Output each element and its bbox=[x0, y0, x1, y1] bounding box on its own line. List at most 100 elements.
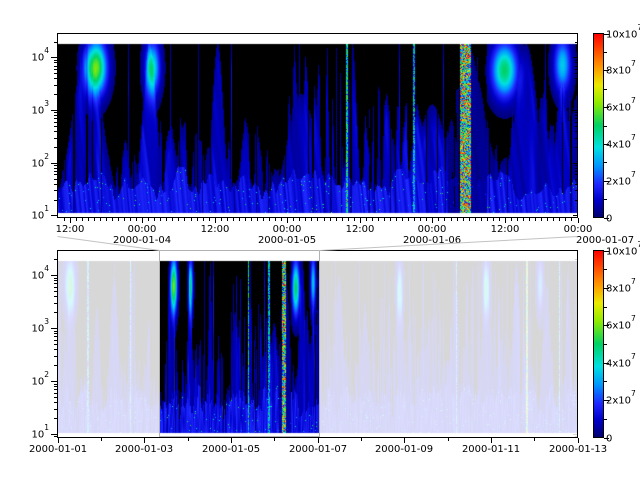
date-label: 2000-01-04 bbox=[105, 235, 179, 247]
label-base: 0 bbox=[606, 433, 612, 444]
x-minor-tick bbox=[160, 218, 161, 221]
x-tick bbox=[142, 218, 143, 223]
x-minor-tick bbox=[390, 218, 391, 221]
x-minor-tick bbox=[571, 218, 572, 221]
x-minor-tick bbox=[203, 218, 204, 221]
x-tick bbox=[215, 218, 216, 223]
x-minor-tick bbox=[324, 218, 325, 221]
colorbar-top[interactable] bbox=[594, 34, 603, 217]
x-minor-tick bbox=[239, 218, 240, 221]
x-minor-tick bbox=[299, 218, 300, 221]
selection-box[interactable] bbox=[159, 250, 320, 437]
label-base: 10x10 bbox=[606, 29, 637, 40]
x-minor-tick bbox=[281, 218, 282, 221]
zoom-spectrogram-canvas[interactable] bbox=[58, 34, 577, 217]
x-minor-tick bbox=[166, 218, 167, 221]
colorbar-bottom[interactable] bbox=[594, 251, 603, 437]
x-minor-tick bbox=[534, 438, 535, 441]
context-dim-overlay-right bbox=[320, 251, 577, 437]
x-minor-tick bbox=[178, 218, 179, 221]
label-base: 8x10 bbox=[606, 65, 631, 76]
x-minor-tick bbox=[469, 218, 470, 221]
x-minor-tick bbox=[94, 218, 95, 221]
x-minor-tick bbox=[172, 218, 173, 221]
label-base: 4x10 bbox=[606, 139, 631, 150]
x-minor-tick bbox=[263, 218, 264, 221]
x-minor-tick bbox=[148, 218, 149, 221]
colorbar-minor-tick bbox=[604, 89, 607, 90]
x-minor-tick bbox=[541, 218, 542, 221]
colorbar-minor-tick bbox=[604, 269, 607, 270]
colorbar-label: 0 bbox=[606, 211, 612, 225]
label-exponent: 1 bbox=[44, 423, 49, 432]
x-minor-tick bbox=[154, 218, 155, 221]
x-minor-tick bbox=[76, 218, 77, 221]
x-minor-tick bbox=[130, 218, 131, 221]
label-exponent: 3 bbox=[44, 99, 49, 108]
label-exponent: 7 bbox=[631, 96, 636, 105]
x-minor-tick bbox=[106, 218, 107, 221]
label-exponent: 4 bbox=[44, 46, 49, 55]
label-exponent: 2 bbox=[44, 152, 49, 161]
context-dim-overlay-left bbox=[58, 251, 160, 437]
date-label: 2000-01-11 bbox=[454, 444, 528, 456]
label-exponent: 7 bbox=[631, 352, 636, 361]
label-base: 10 bbox=[31, 210, 44, 221]
x-minor-tick bbox=[559, 218, 560, 221]
colorbar-tick bbox=[604, 251, 609, 252]
colorbar-label: 8x107 bbox=[606, 63, 636, 77]
colorbar-minor-tick bbox=[604, 52, 607, 53]
x-minor-tick bbox=[233, 218, 234, 221]
date-label: 2000-01-09 bbox=[367, 444, 441, 456]
x-minor-tick bbox=[318, 438, 319, 441]
x-minor-tick bbox=[360, 218, 361, 221]
x-minor-tick bbox=[118, 218, 119, 221]
x-minor-tick bbox=[317, 218, 318, 221]
colorbar-minor-tick bbox=[604, 344, 607, 345]
colorbar-tick bbox=[604, 144, 609, 145]
label-exponent: 1 bbox=[44, 204, 49, 213]
x-minor-tick bbox=[384, 218, 385, 221]
colorbar-tick bbox=[604, 218, 609, 219]
date-label: 2000-01-07 bbox=[281, 444, 355, 456]
date-label: 2000-01-06 bbox=[395, 235, 469, 247]
x-tick bbox=[287, 218, 288, 223]
time-label: 00:00 bbox=[265, 224, 309, 236]
x-minor-tick bbox=[251, 218, 252, 221]
colorbar-label: 4x107 bbox=[606, 356, 636, 370]
x-tick bbox=[318, 438, 319, 443]
colorbar-tick bbox=[604, 107, 609, 108]
x-minor-tick bbox=[209, 218, 210, 221]
x-minor-tick bbox=[191, 218, 192, 221]
colorbar-tick bbox=[604, 181, 609, 182]
x-minor-tick bbox=[457, 218, 458, 221]
x-minor-tick bbox=[578, 438, 579, 441]
label-base: 0 bbox=[606, 213, 612, 224]
x-minor-tick bbox=[366, 218, 367, 221]
x-minor-tick bbox=[505, 218, 506, 221]
time-label: 00:00 bbox=[410, 224, 454, 236]
date-label: 2000-01-01 bbox=[21, 444, 95, 456]
colorbar-label: 2x107 bbox=[606, 174, 636, 188]
label-base: 2x10 bbox=[606, 395, 631, 406]
x-minor-tick bbox=[136, 218, 137, 221]
x-minor-tick bbox=[311, 218, 312, 221]
colorbar-label: 10x107 bbox=[606, 244, 640, 258]
x-minor-tick bbox=[402, 218, 403, 221]
x-minor-tick bbox=[529, 218, 530, 221]
label-exponent: 7 bbox=[631, 59, 636, 68]
x-tick bbox=[491, 438, 492, 443]
x-tick bbox=[578, 218, 579, 223]
x-minor-tick bbox=[188, 438, 189, 441]
x-minor-tick bbox=[448, 438, 449, 441]
x-minor-tick bbox=[142, 218, 143, 221]
x-minor-tick bbox=[257, 218, 258, 221]
x-minor-tick bbox=[124, 218, 125, 221]
x-minor-tick bbox=[275, 218, 276, 221]
colorbar-tick bbox=[604, 70, 609, 71]
x-tick bbox=[432, 218, 433, 223]
x-minor-tick bbox=[342, 218, 343, 221]
x-minor-tick bbox=[523, 218, 524, 221]
y-decade-label: 103 bbox=[15, 321, 49, 335]
label-base: 6x10 bbox=[606, 102, 631, 113]
